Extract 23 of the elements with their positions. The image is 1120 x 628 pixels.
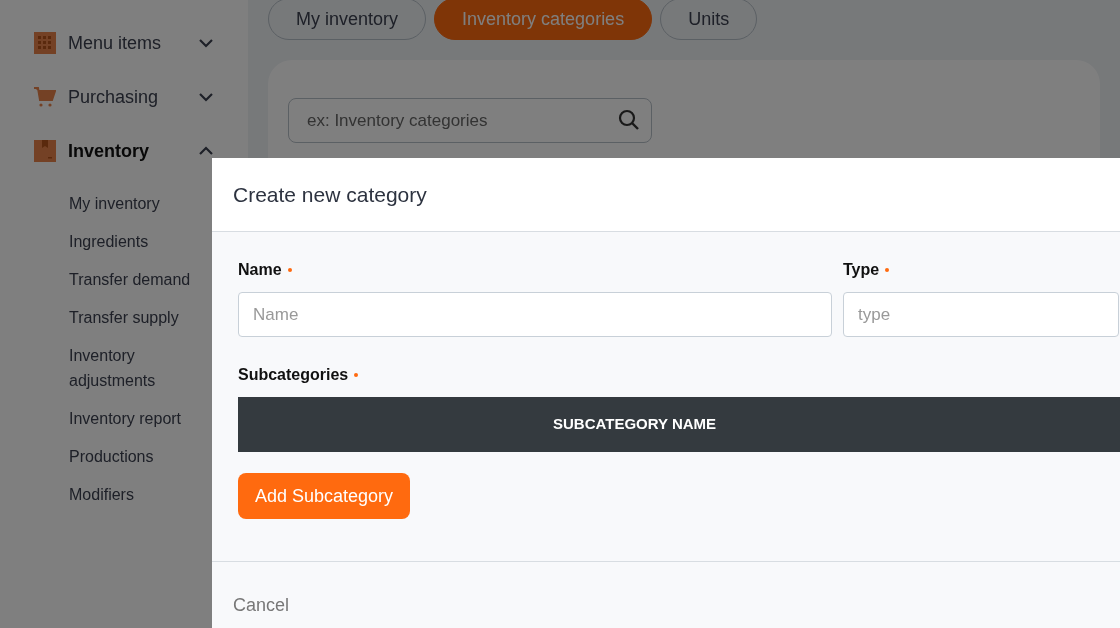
search-icon[interactable] [618, 109, 640, 131]
field-label: Name [238, 260, 282, 280]
column-header: SUBCATEGORY NAME [553, 414, 717, 435]
text-input[interactable]: type [843, 292, 1119, 337]
tab[interactable]: My inventory [268, 0, 427, 40]
cart-icon [34, 86, 56, 108]
sidebar-item[interactable]: Purchasing [0, 70, 248, 124]
field-label: Subcategories [238, 365, 349, 385]
chevron-up-icon [198, 146, 214, 156]
tab[interactable]: Units [660, 0, 758, 40]
sidebar-item[interactable]: Inventory [0, 124, 248, 178]
chevron-down-icon [198, 92, 214, 102]
modal-title: Create new category [233, 181, 427, 208]
text-input[interactable]: Name [238, 292, 832, 337]
grid-icon [34, 32, 56, 54]
box-icon [34, 140, 56, 162]
field-label: Type [843, 260, 880, 280]
add-subcategory-button[interactable]: Add Subcategory [238, 473, 411, 519]
sidebar-item[interactable]: Menu items [0, 16, 248, 70]
tab[interactable]: Inventory categories [434, 0, 653, 40]
search-field[interactable]: ex: Inventory categories [288, 98, 652, 143]
chevron-down-icon [198, 38, 214, 48]
cancel-button[interactable]: Cancel [233, 592, 290, 619]
